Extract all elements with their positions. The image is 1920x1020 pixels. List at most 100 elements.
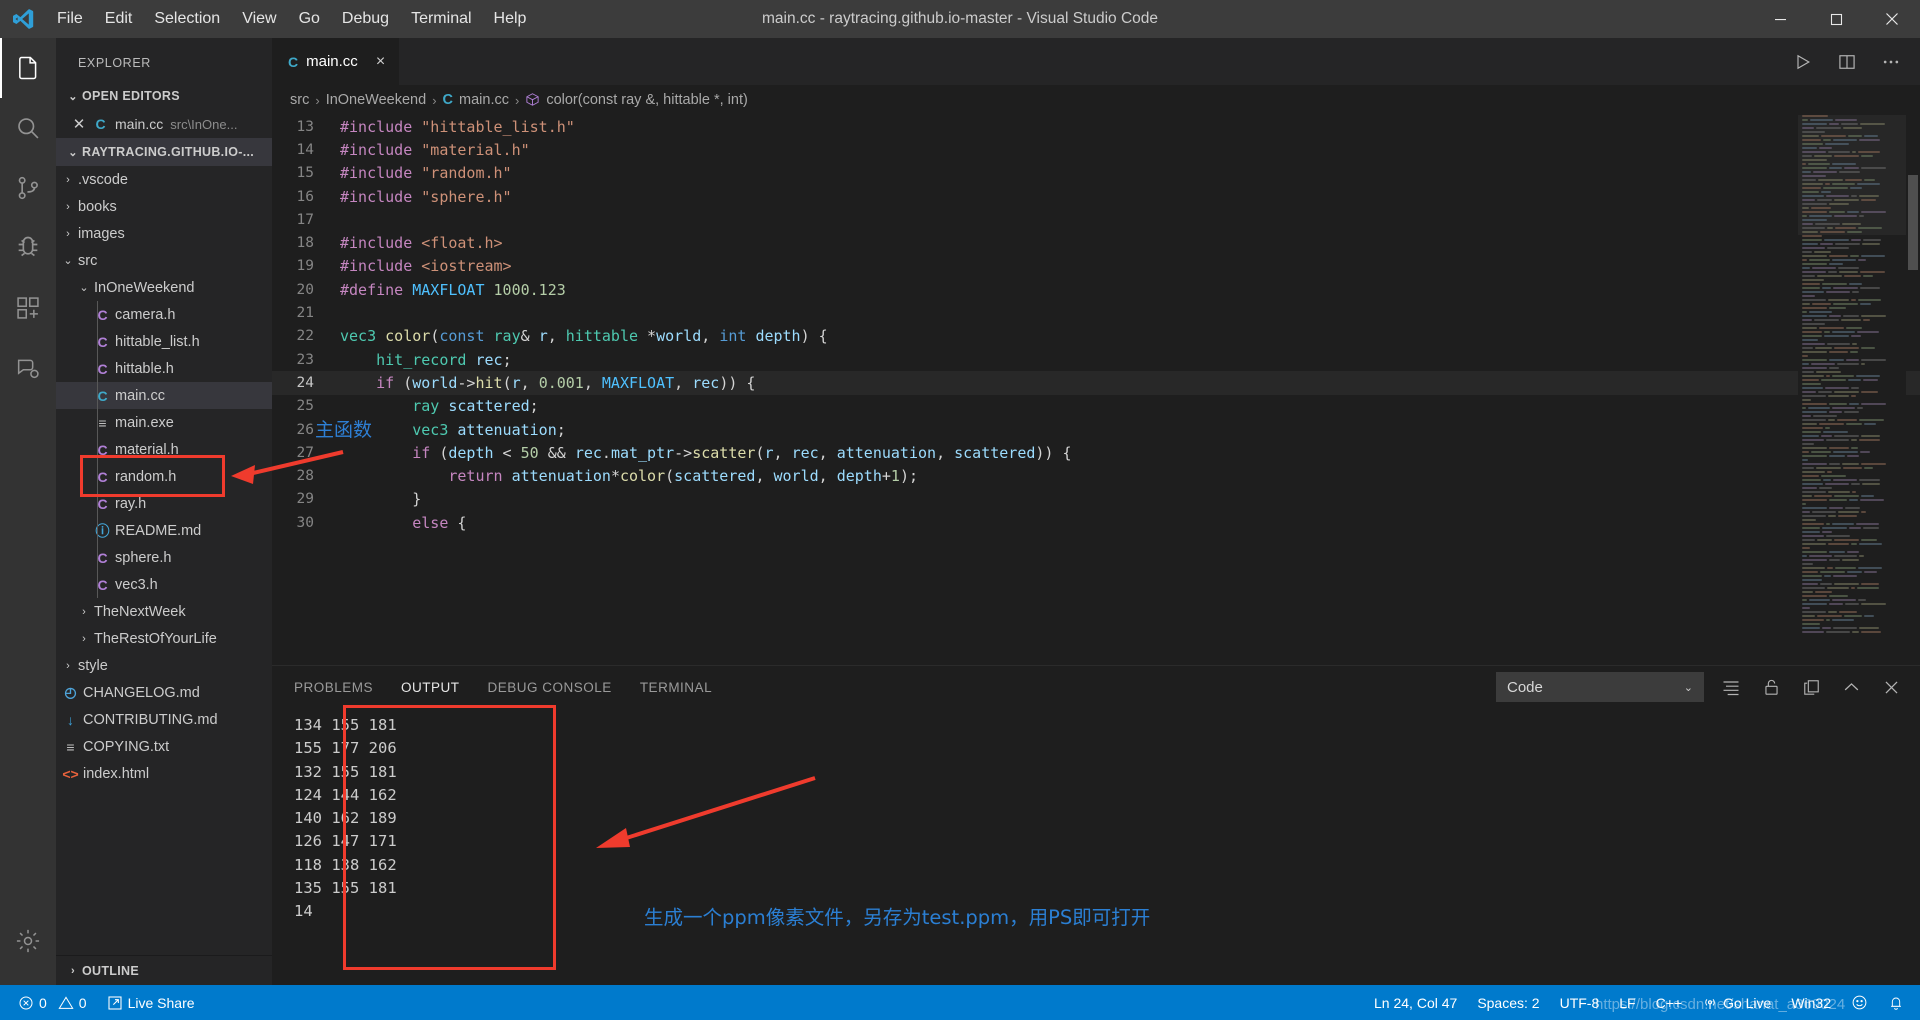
tree-folder-thenextweek[interactable]: › TheNextWeek — [56, 598, 272, 625]
tree-folder-src[interactable]: ⌄ src — [56, 247, 272, 274]
menu-edit[interactable]: Edit — [94, 0, 144, 38]
scrollbar-thumb[interactable] — [1908, 175, 1918, 270]
tree-file-sphere-h[interactable]: Csphere.h — [56, 544, 272, 571]
output-line: 118 138 162 — [294, 855, 397, 874]
status-cursor-position[interactable]: Ln 24, Col 47 — [1364, 985, 1467, 1020]
tree-folder-images[interactable]: › images — [56, 220, 272, 247]
tree-file-ray-h[interactable]: Cray.h — [56, 490, 272, 517]
tab-close-icon[interactable]: × — [376, 53, 385, 71]
tree-file-hittable-list-h[interactable]: Chittable_list.h — [56, 328, 272, 355]
clear-output-icon[interactable] — [1718, 674, 1744, 700]
maximize-icon[interactable] — [1808, 0, 1864, 38]
tree-file-readme-md[interactable]: ⓘ README.md — [56, 517, 272, 544]
tree-file-copying-txt[interactable]: ≡ COPYING.txt — [56, 733, 272, 760]
output-content[interactable]: 134 155 181 155 177 206 132 155 181 124 144… — [272, 708, 1920, 985]
menu-help[interactable]: Help — [483, 0, 538, 38]
section-project-root[interactable]: ⌄ RAYTRACING.GITHUB.IO-... — [56, 138, 272, 166]
split-editor-icon[interactable] — [1834, 49, 1860, 75]
status-live-share[interactable]: Live Share — [97, 985, 205, 1020]
tab-output[interactable]: OUTPUT — [401, 680, 460, 695]
code-line[interactable]: 29 } — [272, 488, 1920, 511]
maximize-panel-icon[interactable] — [1838, 674, 1864, 700]
tree-folder-books[interactable]: › books — [56, 193, 272, 220]
code-editor[interactable]: 13 #include "hittable_list.h" 14 #include "… — [272, 115, 1920, 665]
status-problems[interactable]: 0 0 — [8, 985, 97, 1020]
lock-icon[interactable] — [1758, 674, 1784, 700]
menu-terminal[interactable]: Terminal — [400, 0, 482, 38]
code-line[interactable]: 20 #define MAXFLOAT 1000.123 — [272, 278, 1920, 301]
tree-file-main-cc[interactable]: Cmain.cc — [56, 382, 272, 409]
open-in-editor-icon[interactable] — [1798, 674, 1824, 700]
run-icon[interactable] — [1790, 49, 1816, 75]
code-line[interactable]: 22 vec3 color(const ray& r, hittable *wor… — [272, 325, 1920, 348]
editor-vertical-scrollbar[interactable] — [1906, 115, 1920, 665]
activitybar-explorer[interactable] — [0, 38, 56, 98]
breadcrumb-src[interactable]: src — [290, 92, 309, 108]
status-indentation[interactable]: Spaces: 2 — [1467, 985, 1549, 1020]
close-panel-icon[interactable] — [1878, 674, 1904, 700]
tree-file-camera-h[interactable]: Ccamera.h — [56, 301, 272, 328]
code-line[interactable]: 17 — [272, 208, 1920, 231]
menu-selection[interactable]: Selection — [143, 0, 231, 38]
close-icon[interactable] — [1864, 0, 1920, 38]
code-lines[interactable]: 13 #include "hittable_list.h" 14 #include "… — [272, 115, 1920, 665]
activitybar-settings[interactable] — [0, 911, 56, 971]
code-line[interactable]: 24 if (world->hit(r, 0.001, MAXFLOAT, re… — [272, 371, 1920, 395]
tree-file-changelog-md[interactable]: ◴ CHANGELOG.md — [56, 679, 272, 706]
close-icon[interactable]: ✕ — [68, 115, 90, 133]
code-line[interactable]: 14 #include "material.h" — [272, 138, 1920, 161]
section-outline[interactable]: › OUTLINE — [56, 955, 272, 985]
menu-debug[interactable]: Debug — [331, 0, 400, 38]
section-open-editors[interactable]: ⌄ OPEN EDITORS — [56, 82, 272, 110]
code-line[interactable]: 19 #include <iostream> — [272, 255, 1920, 278]
tab-main-cc[interactable]: C main.cc × — [272, 38, 401, 85]
file-tree[interactable]: › .vscode › books › images ⌄ src ⌄ InOneWeekend Cc… — [56, 166, 272, 955]
tree-file-index-html[interactable]: <> index.html — [56, 760, 272, 787]
code-line[interactable]: 15 #include "random.h" — [272, 162, 1920, 185]
activitybar-extensions[interactable] — [0, 278, 56, 338]
activitybar-search[interactable] — [0, 98, 56, 158]
tree-file-hittable-h[interactable]: Chittable.h — [56, 355, 272, 382]
menu-view[interactable]: View — [231, 0, 287, 38]
tree-folder-style[interactable]: › style — [56, 652, 272, 679]
tree-folder--vscode[interactable]: › .vscode — [56, 166, 272, 193]
tree-file-random-h[interactable]: Crandom.h — [56, 463, 272, 490]
tree-item-label: CHANGELOG.md — [83, 684, 200, 701]
activitybar-live-share[interactable] — [0, 338, 56, 398]
breadcrumb-main-cc[interactable]: main.cc — [459, 92, 509, 108]
tree-file-material-h[interactable]: Cmaterial.h — [56, 436, 272, 463]
code-line[interactable]: 25 ray scattered; — [272, 395, 1920, 418]
menu-file[interactable]: File — [46, 0, 94, 38]
minimap[interactable] — [1798, 115, 1906, 665]
breadcrumb[interactable]: src › InOneWeekend › C main.cc › color(c… — [272, 85, 1920, 115]
code-line[interactable]: 13 #include "hittable_list.h" — [272, 115, 1920, 138]
menu-bar[interactable]: File Edit Selection View Go Debug Termin… — [46, 0, 537, 38]
tree-folder-inoneweekend[interactable]: ⌄ InOneWeekend — [56, 274, 272, 301]
tab-debug-console[interactable]: DEBUG CONSOLE — [488, 680, 612, 695]
code-line[interactable]: 18 #include <float.h> — [272, 231, 1920, 254]
code-line[interactable]: 27 if (depth < 50 && rec.mat_ptr->scatte… — [272, 441, 1920, 464]
tree-file-main-exe[interactable]: ≡ main.exe — [56, 409, 272, 436]
more-actions-icon[interactable] — [1878, 49, 1904, 75]
code-line[interactable]: 30 else { — [272, 511, 1920, 534]
code-line[interactable]: 28 return attenuation*color(scattered, w… — [272, 464, 1920, 487]
code-line[interactable]: 21 — [272, 301, 1920, 324]
breadcrumb-inoneweekend[interactable]: InOneWeekend — [326, 92, 427, 108]
open-editor-item-main-cc[interactable]: ✕ C main.cc src\InOne... — [56, 110, 272, 138]
activitybar-source-control[interactable] — [0, 158, 56, 218]
code-line[interactable]: 16 #include "sphere.h" — [272, 185, 1920, 208]
status-feedback[interactable] — [1841, 985, 1878, 1020]
breadcrumb-symbol[interactable]: color(const ray &, hittable *, int) — [546, 92, 747, 108]
code-line[interactable]: 23 hit_record rec; — [272, 348, 1920, 371]
tab-terminal[interactable]: TERMINAL — [640, 680, 712, 695]
tree-file-vec3-h[interactable]: Cvec3.h — [56, 571, 272, 598]
code-line[interactable]: 26 vec3 attenuation; — [272, 418, 1920, 441]
activitybar-debug[interactable] — [0, 218, 56, 278]
minimize-icon[interactable] — [1752, 0, 1808, 38]
tab-problems[interactable]: PROBLEMS — [294, 680, 373, 695]
output-channel-select[interactable]: Code ⌄ — [1496, 672, 1704, 702]
menu-go[interactable]: Go — [288, 0, 331, 38]
tree-folder-therestofyourlife[interactable]: › TheRestOfYourLife — [56, 625, 272, 652]
tree-file-contributing-md[interactable]: ↓ CONTRIBUTING.md — [56, 706, 272, 733]
status-notifications[interactable] — [1878, 985, 1914, 1020]
